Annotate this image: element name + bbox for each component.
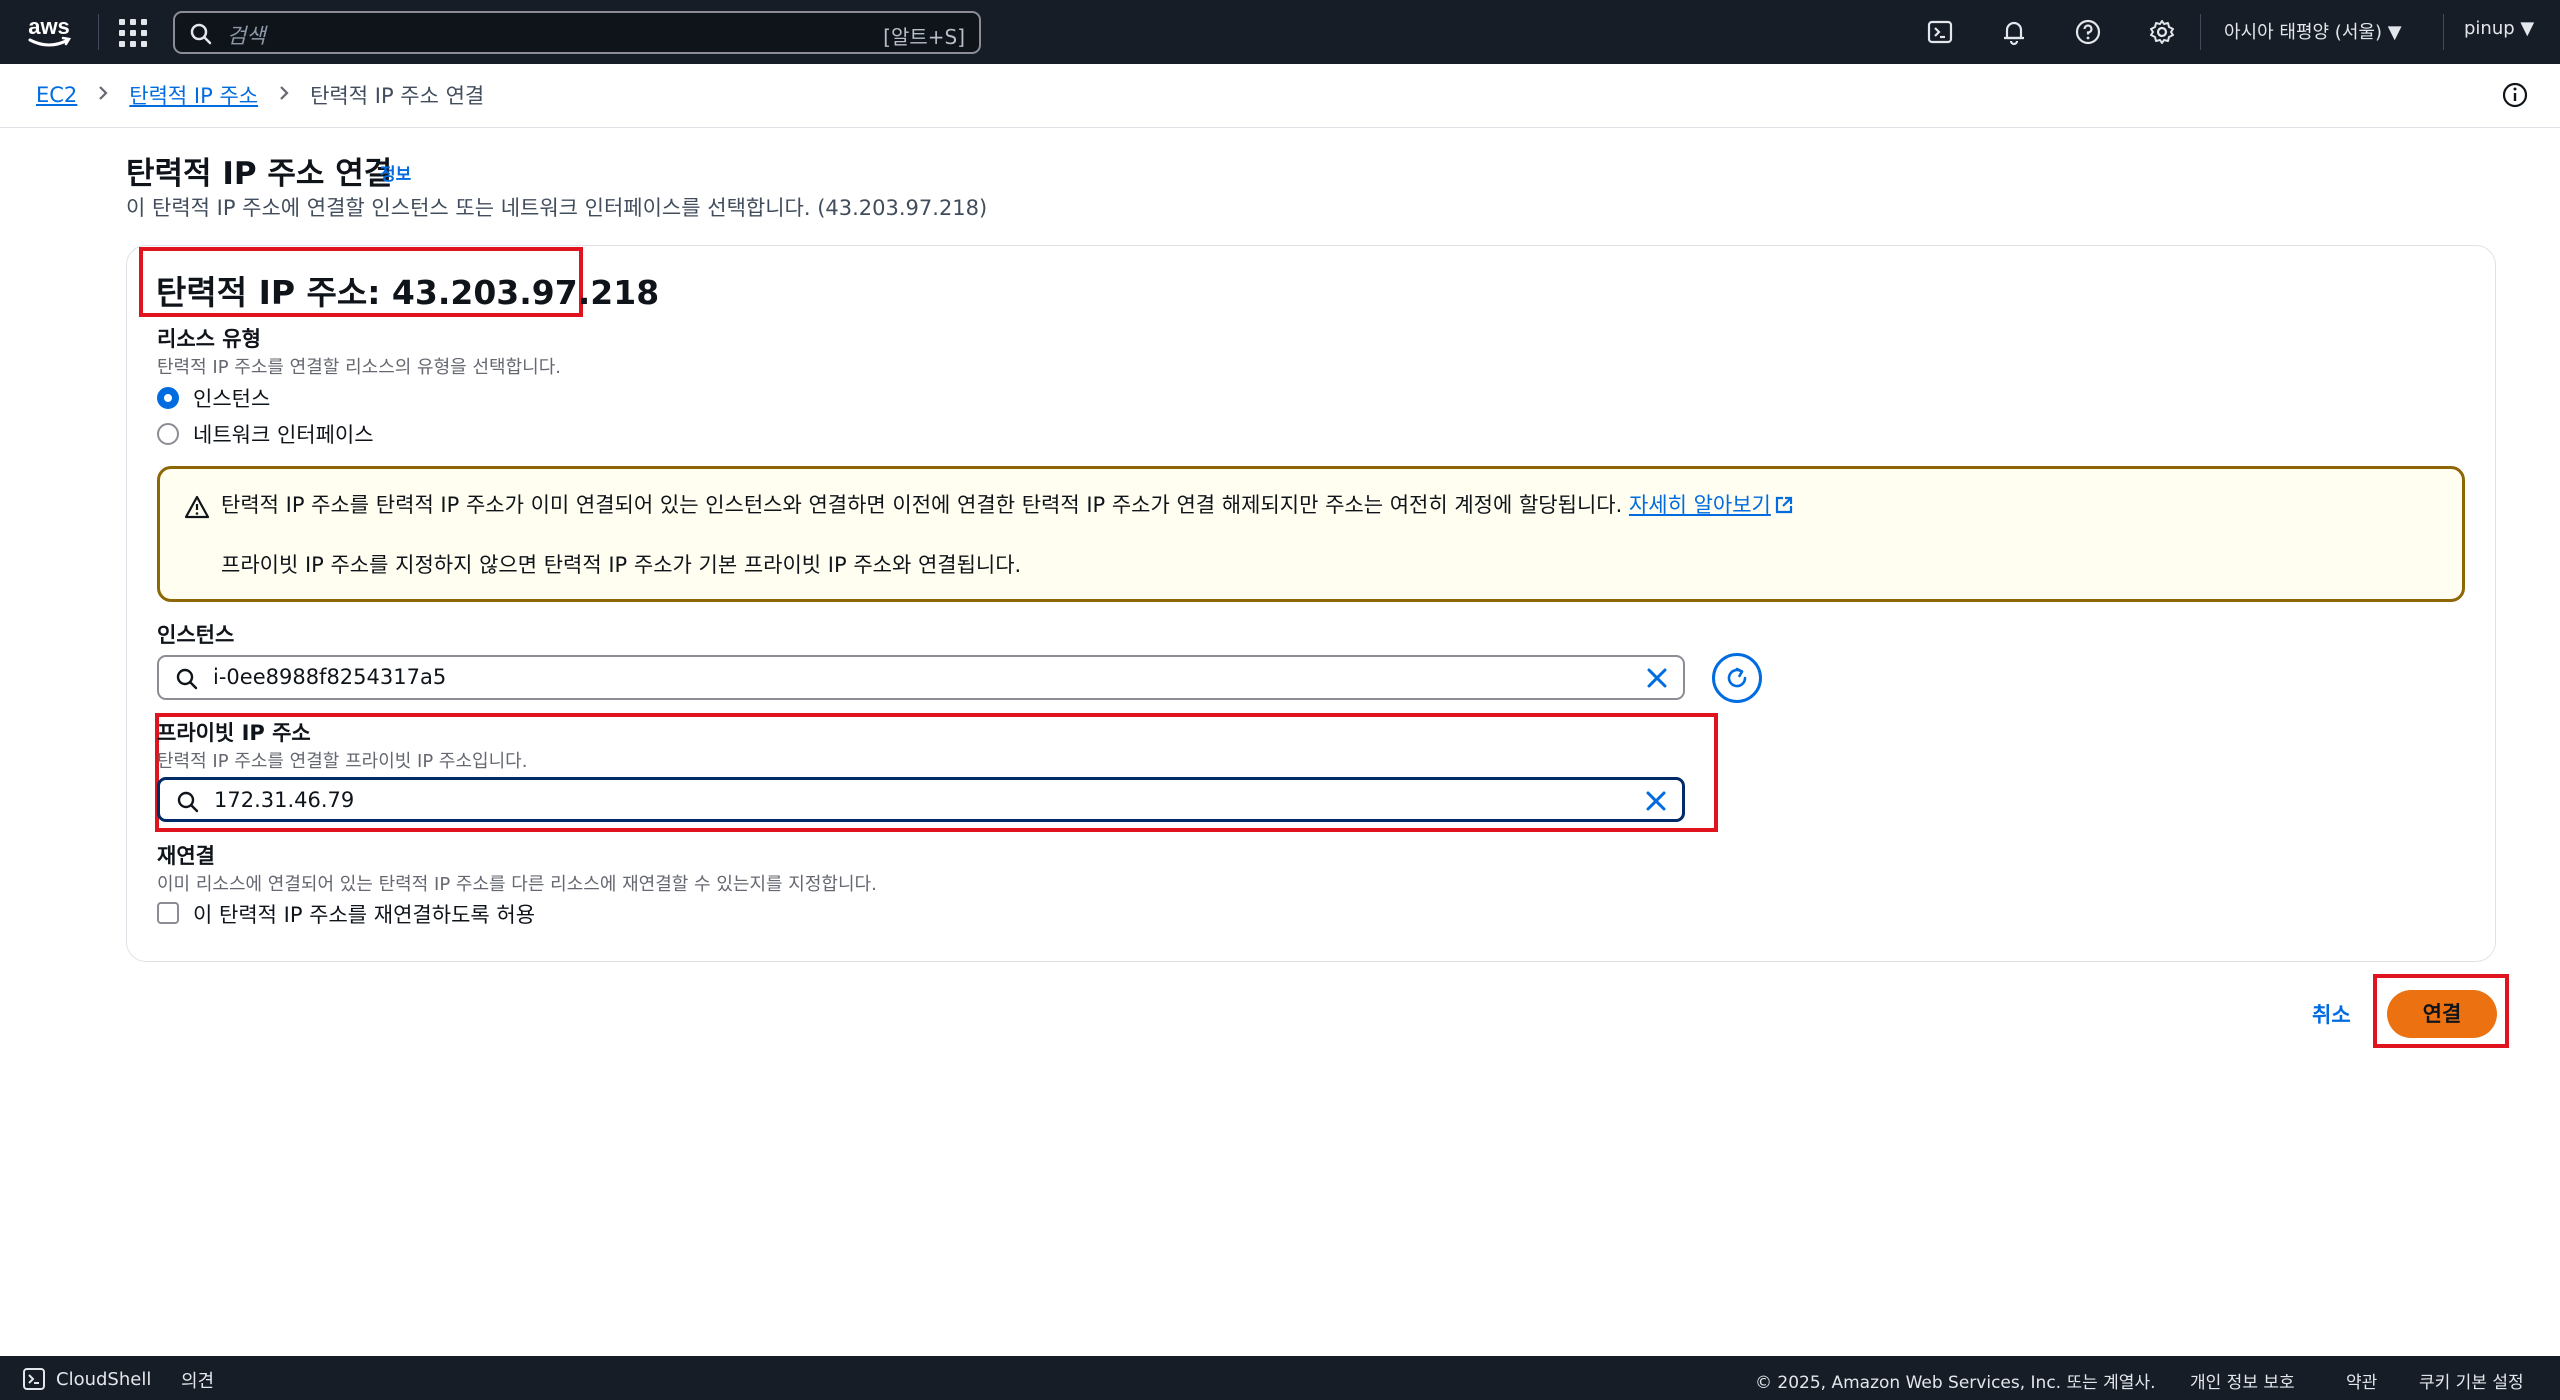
refresh-icon <box>1727 667 1747 688</box>
warning-triangle-icon <box>184 495 210 519</box>
associate-button[interactable]: 연결 <box>2387 990 2497 1038</box>
nav-divider <box>98 14 99 50</box>
notifications-bell-icon[interactable] <box>1999 17 2029 47</box>
footer: CloudShell 의견 © 2025, Amazon Web Service… <box>0 1356 2560 1400</box>
page-description: 이 탄력적 IP 주소에 연결할 인스턴스 또는 네트워크 인터페이스를 선택합… <box>126 196 988 220</box>
global-search-input[interactable]: 검색 [알트+S] <box>173 11 981 54</box>
region-selector[interactable]: 아시아 태평양 (서울) ▼ <box>2224 18 2402 44</box>
private-ip-description: 탄력적 IP 주소를 연결할 프라이빗 IP 주소입니다. <box>157 751 528 772</box>
page-title: 탄력적 IP 주소 연결 <box>126 156 393 192</box>
radio-network-interface[interactable] <box>157 423 179 445</box>
instance-search-input[interactable]: i-0ee8988f8254317a5 <box>157 655 1685 700</box>
copyright-text: © 2025, Amazon Web Services, Inc. 또는 계열사… <box>1755 1373 2156 1393</box>
breadcrumb-bar: EC2 탄력적 IP 주소 탄력적 IP 주소 연결 <box>0 64 2560 128</box>
alert-text: 탄력적 IP 주소를 탄력적 IP 주소가 이미 연결되어 있는 인스턴스와 연… <box>221 493 1623 517</box>
nav-divider <box>2200 14 2201 50</box>
clear-icon[interactable] <box>1645 666 1669 690</box>
account-menu[interactable]: pinup ▼ <box>2464 18 2534 39</box>
nav-divider <box>2443 14 2444 50</box>
cloudshell-button[interactable]: CloudShell <box>22 1367 151 1391</box>
chevron-right-icon <box>278 83 290 107</box>
allow-reassociation-checkbox[interactable] <box>157 902 179 924</box>
chevron-right-icon <box>97 83 109 107</box>
resource-type-description: 탄력적 IP 주소를 연결할 리소스의 유형을 선택합니다. <box>157 357 561 378</box>
search-placeholder: 검색 <box>227 24 266 48</box>
refresh-button[interactable] <box>1712 653 1762 703</box>
aws-logo-text: aws <box>28 14 70 39</box>
learn-more-link[interactable]: 자세히 알아보기 <box>1629 493 1794 517</box>
breadcrumb-current: 탄력적 IP 주소 연결 <box>310 84 485 108</box>
cloudshell-label: CloudShell <box>56 1368 152 1390</box>
cancel-button[interactable]: 취소 <box>2312 999 2351 1029</box>
top-navigation: aws 검색 [알트+S] 아시아 태평양 (서울) ▼ pinup ▼ <box>0 0 2560 64</box>
breadcrumb: EC2 탄력적 IP 주소 탄력적 IP 주소 연결 <box>36 80 484 110</box>
settings-gear-icon[interactable] <box>2147 17 2177 47</box>
alert-message-line2: 프라이빗 IP 주소를 지정하지 않으면 탄력적 IP 주소가 기본 프라이빗 … <box>221 553 1022 577</box>
radio-instance-label[interactable]: 인스턴스 <box>193 383 270 413</box>
elastic-ip-title: 탄력적 IP 주소: 43.203.97.218 <box>156 273 660 312</box>
cookie-preferences-link[interactable]: 쿠키 기본 설정 <box>2419 1368 2524 1393</box>
radio-network-interface-label[interactable]: 네트워크 인터페이스 <box>193 419 374 449</box>
breadcrumb-ec2[interactable]: EC2 <box>36 83 77 107</box>
search-icon <box>176 668 198 690</box>
services-menu-icon[interactable] <box>118 18 147 47</box>
external-link-icon <box>1775 496 1792 514</box>
help-icon[interactable] <box>2073 17 2103 47</box>
learn-more-link-label: 자세히 알아보기 <box>1628 493 1771 517</box>
alert-message-line1: 탄력적 IP 주소를 탄력적 IP 주소가 이미 연결되어 있는 인스턴스와 연… <box>221 489 1794 519</box>
breadcrumb-elastic-ips[interactable]: 탄력적 IP 주소 <box>129 80 258 110</box>
search-shortcut: [알트+S] <box>883 25 965 49</box>
search-icon <box>190 23 212 45</box>
feedback-link[interactable]: 의견 <box>181 1367 214 1393</box>
cloudshell-icon <box>23 1368 45 1390</box>
cloudshell-icon[interactable] <box>1925 17 1955 47</box>
aws-logo[interactable]: aws <box>24 14 74 50</box>
radio-instance[interactable] <box>157 387 179 409</box>
clear-icon[interactable] <box>1644 789 1668 813</box>
terms-link[interactable]: 약관 <box>2346 1368 2377 1393</box>
reassociation-description: 이미 리소스에 연결되어 있는 탄력적 IP 주소를 다른 리소스에 재연결할 … <box>157 874 877 895</box>
allow-reassociation-label[interactable]: 이 탄력적 IP 주소를 재연결하도록 허용 <box>193 899 535 929</box>
warning-alert: 탄력적 IP 주소를 탄력적 IP 주소가 이미 연결되어 있는 인스턴스와 연… <box>157 466 2465 602</box>
resource-type-label: 리소스 유형 <box>157 327 261 351</box>
instance-label: 인스턴스 <box>157 623 235 647</box>
private-ip-value: 172.31.46.79 <box>214 788 355 812</box>
private-ip-label: 프라이빗 IP 주소 <box>157 721 311 745</box>
search-icon <box>177 791 199 813</box>
reassociation-label: 재연결 <box>157 844 215 868</box>
private-ip-input[interactable]: 172.31.46.79 <box>157 777 1685 822</box>
info-link[interactable]: 정보 <box>380 160 411 185</box>
info-panel-icon[interactable] <box>2500 80 2530 110</box>
instance-value: i-0ee8988f8254317a5 <box>213 665 447 689</box>
privacy-link[interactable]: 개인 정보 보호 <box>2190 1368 2295 1393</box>
